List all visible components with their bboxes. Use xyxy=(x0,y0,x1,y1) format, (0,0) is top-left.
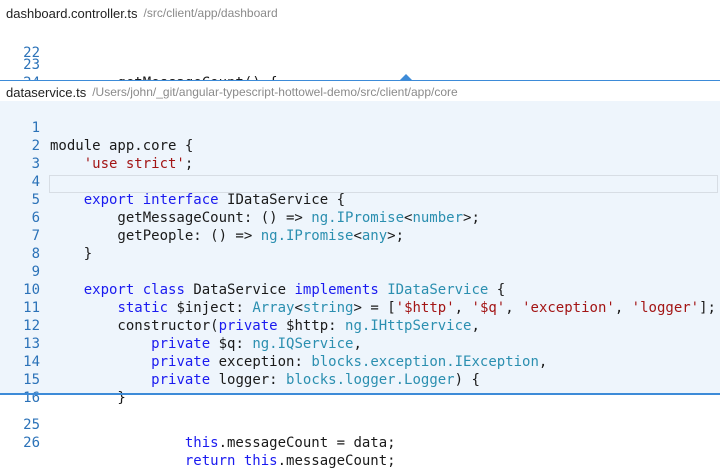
code-line[interactable]: 23 getMessageCount() { xyxy=(0,38,720,91)
peek-code-line[interactable]: 8 xyxy=(0,227,720,262)
editor-file-header: dashboard.controller.ts /src/client/app/… xyxy=(0,2,720,24)
peek-code-line[interactable]: 14 private logger: blocks.logger.Logger)… xyxy=(0,335,720,388)
peek-code-line[interactable]: 2 'use strict'; xyxy=(0,119,720,172)
line-code: return this.messageCount; xyxy=(184,453,396,469)
file-name[interactable]: dashboard.controller.ts xyxy=(6,6,138,21)
peek-border-bottom xyxy=(0,393,720,395)
peek-code-line[interactable]: 15 } xyxy=(0,353,720,406)
code-line[interactable]: 25 this.messageCount = data; xyxy=(0,398,720,451)
peek-file-name[interactable]: dataservice.ts xyxy=(6,85,86,100)
peek-code-line[interactable]: 10 static $inject: Array<string> = ['$ht… xyxy=(0,263,720,316)
peek-code-line[interactable]: 7 } xyxy=(0,209,720,262)
peek-code-line[interactable]: 6 getPeople: () => ng.IPromise<any>; xyxy=(0,191,720,244)
code-line-current[interactable]: 24 return this.dataservice.getMessageCou… xyxy=(0,56,720,109)
peek-code-line[interactable]: 4 export interface IDataService { xyxy=(0,155,720,208)
peek-code-line[interactable]: 13 private exception: blocks.exception.I… xyxy=(0,317,720,370)
peek-code-line[interactable]: 11 constructor(private $http: ng.IHttpSe… xyxy=(0,281,720,334)
peek-file-header: dataservice.ts /Users/john/_git/angular-… xyxy=(0,81,720,103)
peek-pointer-icon xyxy=(400,74,412,80)
peek-code-line[interactable]: 3 xyxy=(0,137,720,172)
peek-code-line[interactable]: 12 private $q: ng.IQService, xyxy=(0,299,720,352)
peek-code-line-current[interactable]: 5 getMessageCount: () => ng.IPromise<num… xyxy=(0,173,720,226)
code-line[interactable]: 26 return this.messageCount; xyxy=(0,416,720,469)
peek-code-line[interactable]: 9 export class DataService implements ID… xyxy=(0,245,720,298)
peek-file-path: /Users/john/_git/angular-typescript-hott… xyxy=(92,85,458,99)
peek-code-line[interactable]: 16 xyxy=(0,371,720,406)
file-path: /src/client/app/dashboard xyxy=(143,6,278,20)
peek-code-line[interactable]: 1 module app.core { xyxy=(0,101,720,154)
